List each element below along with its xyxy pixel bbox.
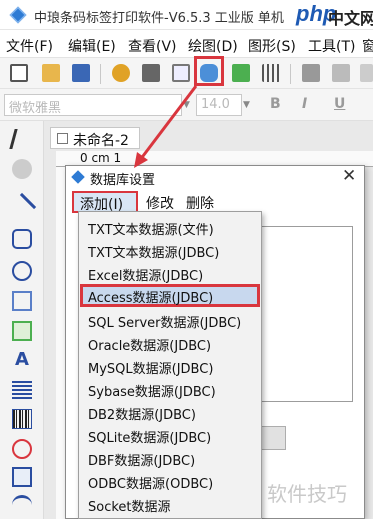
arrow-shaft (138, 85, 198, 161)
annotation-arrow (134, 85, 198, 168)
watermark-text: 软件技巧 (267, 482, 347, 506)
